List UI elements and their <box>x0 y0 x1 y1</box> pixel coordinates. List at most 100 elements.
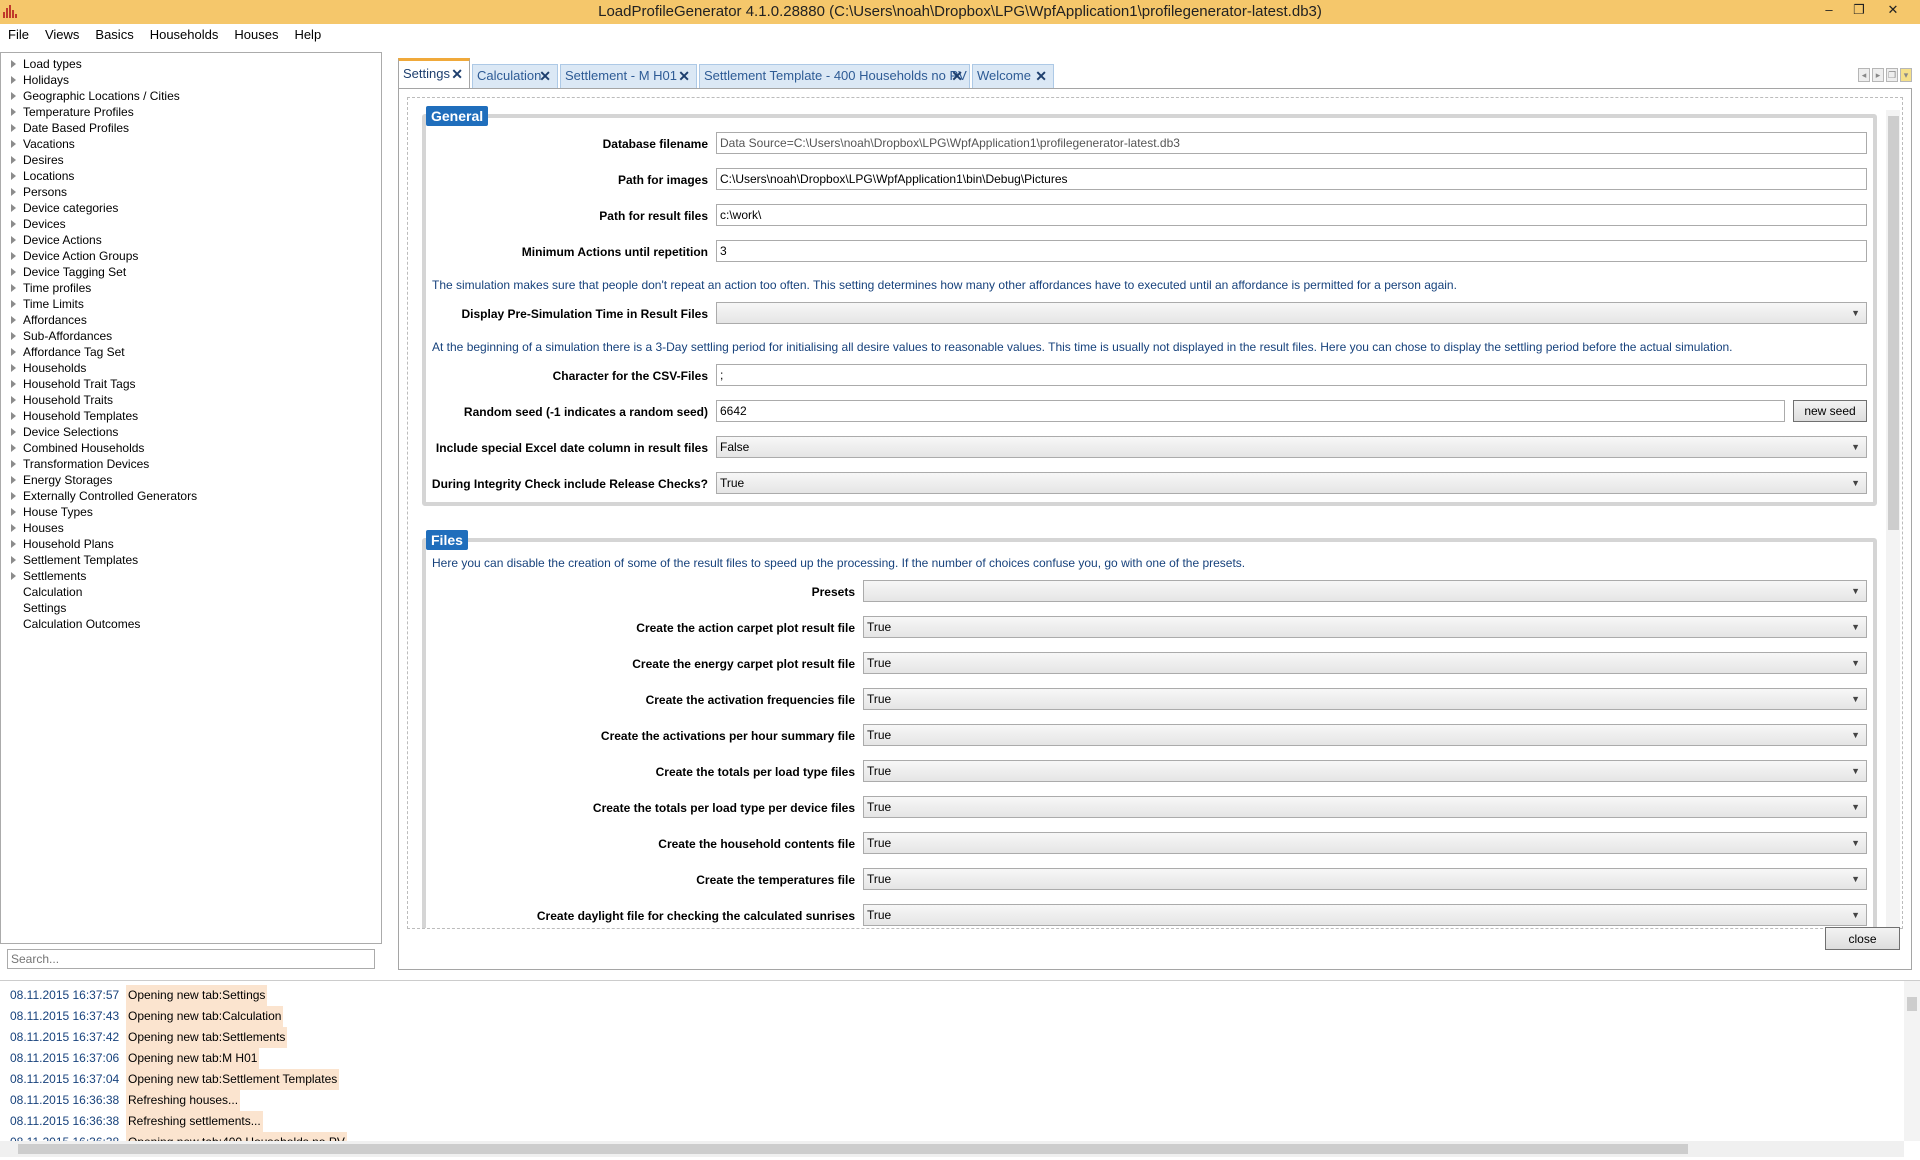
log-entry[interactable]: 08.11.2015 16:37:57 Opening new tab:Setti… <box>10 985 268 1006</box>
tree-item[interactable]: Energy Storages <box>1 472 381 488</box>
file-option-select[interactable]: True ▼ <box>863 652 1867 674</box>
tree-item[interactable]: Settlement Templates <box>1 552 381 568</box>
tree-item[interactable]: Household Plans <box>1 536 381 552</box>
expand-arrow-icon[interactable] <box>11 140 16 148</box>
close-icon[interactable]: ✕ <box>451 61 463 87</box>
scrollbar-thumb[interactable] <box>18 1144 1688 1154</box>
file-option-select[interactable]: True ▼ <box>863 724 1867 746</box>
tree-item[interactable]: Device Tagging Set <box>1 264 381 280</box>
file-option-select[interactable]: True ▼ <box>863 832 1867 854</box>
expand-arrow-icon[interactable] <box>11 236 16 244</box>
expand-arrow-icon[interactable] <box>11 332 16 340</box>
tree-item[interactable]: Devices <box>1 216 381 232</box>
close-button[interactable]: close <box>1825 927 1900 950</box>
expand-arrow-icon[interactable] <box>11 76 16 84</box>
tree-item[interactable]: Desires <box>1 152 381 168</box>
expand-arrow-icon[interactable] <box>11 524 16 532</box>
tree-item[interactable]: Sub-Affordances <box>1 328 381 344</box>
integrity-select[interactable]: True ▼ <box>716 472 1867 494</box>
tree-item[interactable]: Time Limits <box>1 296 381 312</box>
tab-dropdown-icon[interactable]: ▾ <box>1900 68 1912 82</box>
path-images-field[interactable]: C:\Users\noah\Dropbox\LPG\WpfApplication… <box>716 168 1867 190</box>
log-horizontal-scrollbar[interactable] <box>0 1141 1904 1157</box>
scrollbar-thumb[interactable] <box>1888 116 1899 530</box>
tab-scroll-right-icon[interactable]: ▸ <box>1872 68 1884 82</box>
tree-item[interactable]: Household Templates <box>1 408 381 424</box>
presets-select[interactable]: ▼ <box>863 580 1867 602</box>
file-option-select[interactable]: True ▼ <box>863 616 1867 638</box>
expand-arrow-icon[interactable] <box>11 300 16 308</box>
expand-arrow-icon[interactable] <box>11 572 16 580</box>
close-icon[interactable]: ✕ <box>539 65 551 87</box>
tree-item[interactable]: Load types <box>1 56 381 72</box>
expand-arrow-icon[interactable] <box>11 428 16 436</box>
menu-houses[interactable]: Houses <box>226 24 286 46</box>
close-icon[interactable]: ✕ <box>1035 65 1047 87</box>
restore-button[interactable]: ❐ <box>1846 0 1872 20</box>
tree-item[interactable]: Geographic Locations / Cities <box>1 88 381 104</box>
expand-arrow-icon[interactable] <box>11 156 16 164</box>
tree-item[interactable]: Persons <box>1 184 381 200</box>
tree-item[interactable]: Transformation Devices <box>1 456 381 472</box>
tab-calculation[interactable]: Calculation ✕ <box>472 64 558 89</box>
settings-scrollbar[interactable] <box>1886 110 1900 928</box>
window-close-button[interactable]: ✕ <box>1880 0 1906 20</box>
file-option-select[interactable]: True ▼ <box>863 796 1867 818</box>
expand-arrow-icon[interactable] <box>11 540 16 548</box>
tree-item[interactable]: House Types <box>1 504 381 520</box>
tab-scroll-left-icon[interactable]: ◂ <box>1858 68 1870 82</box>
seed-field[interactable]: 6642 <box>716 400 1785 422</box>
tree-search-input[interactable] <box>7 949 375 969</box>
log-entry[interactable]: 08.11.2015 16:36:38 Refreshing settlement… <box>10 1111 263 1132</box>
log-entry[interactable]: 08.11.2015 16:37:04 Opening new tab:Settl… <box>10 1069 340 1090</box>
expand-arrow-icon[interactable] <box>11 380 16 388</box>
menu-views[interactable]: Views <box>37 24 87 46</box>
tree-item[interactable]: Household Trait Tags <box>1 376 381 392</box>
expand-arrow-icon[interactable] <box>11 284 16 292</box>
expand-arrow-icon[interactable] <box>11 108 16 116</box>
menu-basics[interactable]: Basics <box>87 24 141 46</box>
close-icon[interactable]: ✕ <box>678 65 690 87</box>
tree-item[interactable]: Settings <box>1 600 381 616</box>
expand-arrow-icon[interactable] <box>11 348 16 356</box>
tab-welcome[interactable]: Welcome ✕ <box>972 64 1054 89</box>
tree-item[interactable]: Holidays <box>1 72 381 88</box>
expand-arrow-icon[interactable] <box>11 252 16 260</box>
tree-item[interactable]: Device Action Groups <box>1 248 381 264</box>
tree-item[interactable]: Locations <box>1 168 381 184</box>
expand-arrow-icon[interactable] <box>11 396 16 404</box>
file-option-select[interactable]: True ▼ <box>863 904 1867 926</box>
tree-item[interactable]: Calculation <box>1 584 381 600</box>
tree-item[interactable]: Affordances <box>1 312 381 328</box>
scrollbar-thumb[interactable] <box>1907 997 1917 1011</box>
minimize-button[interactable]: – <box>1816 0 1842 20</box>
expand-arrow-icon[interactable] <box>11 476 16 484</box>
tree-item[interactable]: Household Traits <box>1 392 381 408</box>
expand-arrow-icon[interactable] <box>11 60 16 68</box>
expand-arrow-icon[interactable] <box>11 268 16 276</box>
tab-list-icon[interactable]: ❐ <box>1886 68 1898 82</box>
log-entry[interactable]: 08.11.2015 16:36:38 Refreshing houses... <box>10 1090 241 1111</box>
close-icon[interactable]: ✕ <box>951 65 963 87</box>
database-filename-field[interactable]: Data Source=C:\Users\noah\Dropbox\LPG\Wp… <box>716 132 1867 154</box>
tree-item[interactable]: Calculation Outcomes <box>1 616 381 632</box>
tree-item[interactable]: Externally Controlled Generators <box>1 488 381 504</box>
expand-arrow-icon[interactable] <box>11 460 16 468</box>
tab-settlement-template[interactable]: Settlement Template - 400 Households no … <box>699 64 970 89</box>
menu-file[interactable]: File <box>0 24 37 46</box>
expand-arrow-icon[interactable] <box>11 204 16 212</box>
tree-item[interactable]: Date Based Profiles <box>1 120 381 136</box>
excel-date-select[interactable]: False ▼ <box>716 436 1867 458</box>
expand-arrow-icon[interactable] <box>11 508 16 516</box>
min-actions-field[interactable]: 3 <box>716 240 1867 262</box>
csv-char-field[interactable]: ; <box>716 364 1867 386</box>
log-entry[interactable]: 08.11.2015 16:37:43 Opening new tab:Calcu… <box>10 1006 284 1027</box>
tree-item[interactable]: Households <box>1 360 381 376</box>
tree-item[interactable]: Vacations <box>1 136 381 152</box>
tree-item[interactable]: Device Actions <box>1 232 381 248</box>
tree-item[interactable]: Houses <box>1 520 381 536</box>
tree-item[interactable]: Device categories <box>1 200 381 216</box>
expand-arrow-icon[interactable] <box>11 316 16 324</box>
tree-item[interactable]: Combined Households <box>1 440 381 456</box>
expand-arrow-icon[interactable] <box>11 172 16 180</box>
